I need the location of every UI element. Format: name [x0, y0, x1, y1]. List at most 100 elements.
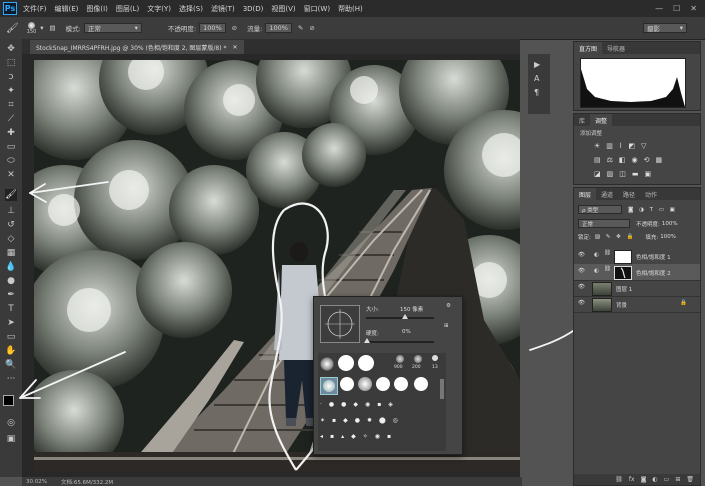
character-panel-icon[interactable]: A — [534, 74, 539, 83]
fx-button[interactable]: fx — [629, 476, 635, 483]
brush-preset-hard-round[interactable] — [340, 377, 354, 391]
hardness-slider-thumb[interactable] — [364, 338, 370, 343]
layer-filter-select[interactable]: ρ 类型 — [578, 205, 622, 214]
color-balance-icon[interactable]: ⚖ — [607, 156, 613, 164]
layer-name: 色相/饱和度 1 — [636, 255, 671, 261]
preset-number: 200 — [412, 365, 421, 370]
lock-icons[interactable]: ▨ ✎ ✥ 🔒 — [595, 234, 636, 240]
brush-preset-hard-round[interactable] — [414, 377, 428, 391]
brush-preset-hard-round[interactable] — [394, 377, 408, 391]
color-lookup-icon[interactable]: ▦ — [656, 156, 663, 164]
visibility-eye-icon[interactable]: 👁 — [578, 300, 585, 306]
brush-preset-small[interactable] — [432, 355, 438, 361]
tab-channels[interactable]: 通道 — [596, 188, 618, 200]
brush-preset-row-small[interactable]: ·●●◆◉▪◈ — [320, 401, 400, 408]
hardness-label: 硬度: — [366, 331, 379, 337]
hue-sat-icon[interactable]: ▤ — [594, 156, 601, 164]
presets-scrollbar[interactable] — [440, 379, 444, 399]
brush-preset-soft-round[interactable] — [320, 357, 334, 371]
curves-icon[interactable]: ⌇ — [619, 142, 622, 150]
brush-angle-icon — [325, 309, 355, 339]
blend-mode-select[interactable]: 正常 — [578, 219, 630, 228]
filter-icons[interactable]: ◙ ◑ T ▭ ▣ — [628, 207, 677, 213]
fill-value[interactable]: 100% — [660, 234, 676, 240]
brush-preset-row-special[interactable]: ◂▪▴◆✧◉▪ — [320, 433, 398, 440]
blend-mode-value: 正常 — [582, 221, 594, 228]
brush-preset-soft-small[interactable] — [396, 355, 404, 363]
gradient-map-icon[interactable]: ▬ — [632, 170, 639, 178]
brush-preset-hard-round[interactable] — [338, 355, 354, 371]
channel-mixer-icon[interactable]: ⟲ — [644, 156, 650, 164]
tab-adjustments[interactable]: 调整 — [590, 114, 613, 126]
layer-row[interactable]: 👁 ◐ ⛓ 色相/饱和度 1 — [574, 248, 700, 265]
visibility-eye-icon[interactable]: 👁 — [578, 252, 585, 258]
preset-number: 900 — [394, 365, 403, 370]
brush-preset-soft-small[interactable] — [414, 355, 422, 363]
layer-row[interactable]: 👁 图层 1 — [574, 280, 700, 297]
document-size: 文档:65.6M/332.2M — [60, 479, 114, 486]
zoom-level[interactable]: 30.02% — [26, 479, 47, 485]
layers-panel: 图层 通道 路径 动作 ρ 类型 ◙ ◑ T ▭ ▣ 正常 不透明度: 100%… — [573, 187, 701, 486]
mask-stroke-icon — [620, 267, 626, 279]
visibility-eye-icon[interactable]: 👁 — [578, 268, 585, 274]
new-layer-icon[interactable]: ⊞ — [675, 476, 680, 483]
add-adjustment-label: 添加调整 — [580, 131, 603, 137]
history-panel-icon[interactable]: ▶ — [534, 60, 540, 69]
tab-navigator[interactable]: 导航器 — [602, 42, 630, 54]
levels-icon[interactable]: ▥ — [606, 142, 613, 150]
threshold-icon[interactable]: ◫ — [619, 170, 626, 178]
hardness-value[interactable]: 0% — [402, 329, 411, 335]
collapsed-panels-strip: ▶ A ¶ — [528, 54, 550, 114]
brush-preset-row-texture[interactable]: ✶▪◆●✹⬤◎ — [320, 417, 405, 424]
photo-filter-icon[interactable]: ◉ — [632, 156, 638, 164]
invert-icon[interactable]: ◪ — [594, 170, 601, 178]
layer-row-selected[interactable]: 👁 ◐ ⛓ 色相/饱和度 2 — [574, 264, 700, 281]
layer-row[interactable]: 👁 背景 🔒 — [574, 296, 700, 313]
adjustment-layer-icon: ◐ — [594, 252, 599, 258]
brush-preset-hard-round[interactable] — [358, 355, 374, 371]
vibrance-icon[interactable]: ▽ — [641, 142, 646, 150]
brush-preset-soft-round[interactable] — [358, 377, 372, 391]
lock-label: 锁定: — [578, 235, 591, 241]
new-adjustment-icon[interactable]: ◐ — [652, 476, 657, 483]
layer-mask-thumbnail[interactable] — [614, 250, 632, 264]
layer-mask-thumbnail[interactable] — [614, 266, 632, 280]
layer-thumbnail[interactable] — [592, 298, 612, 312]
selective-color-icon[interactable]: ▣ — [645, 170, 652, 178]
add-mask-icon[interactable]: ◙ — [641, 476, 647, 483]
brush-preset-hard-round[interactable] — [376, 377, 390, 391]
brightness-icon[interactable]: ☀ — [594, 142, 600, 150]
tab-histogram[interactable]: 直方图 — [574, 42, 603, 54]
adjustment-layer-icon: ◐ — [594, 268, 599, 274]
brush-angle-preview[interactable] — [320, 305, 360, 343]
visibility-eye-icon[interactable]: 👁 — [578, 284, 585, 290]
brush-preset-selected[interactable] — [320, 377, 338, 395]
paragraph-panel-icon[interactable]: ¶ — [534, 88, 539, 97]
size-slider-thumb[interactable] — [402, 314, 408, 319]
new-preset-icon[interactable]: ⊞ — [444, 323, 449, 329]
tab-actions[interactable]: 动作 — [640, 188, 662, 200]
posterize-icon[interactable]: ▨ — [607, 170, 614, 178]
bw-icon[interactable]: ◧ — [619, 156, 626, 164]
brush-preset-picker: 大小: 150 像素 ⚙ ⊞ 硬度: 0% 900 200 13 ·●●◆◉▪◈… — [313, 296, 463, 455]
layer-opacity-value[interactable]: 100% — [662, 221, 678, 227]
exposure-icon[interactable]: ◩ — [628, 142, 635, 150]
layer-opacity-label: 不透明度: — [636, 221, 660, 228]
tab-libraries[interactable]: 库 — [574, 114, 590, 126]
gear-icon[interactable]: ⚙ — [446, 303, 451, 309]
layers-footer: ⛓ fx ◙ ◐ ▭ ⊞ 🗑 — [574, 474, 700, 485]
size-slider-track[interactable] — [366, 317, 434, 319]
status-bar: 30.02% 文档:65.6M/332.2M — [22, 477, 522, 486]
hardness-slider-track[interactable] — [366, 341, 434, 343]
tab-layers[interactable]: 图层 — [574, 188, 597, 200]
fill-label: 填充: — [645, 235, 659, 241]
layer-name: 图层 1 — [616, 287, 633, 293]
tab-paths[interactable]: 路径 — [618, 188, 640, 200]
link-layers-icon[interactable]: ⛓ — [615, 476, 623, 483]
layer-thumbnail[interactable] — [592, 282, 612, 296]
trash-icon[interactable]: 🗑 — [686, 476, 694, 483]
histogram-panel: 直方图 导航器 — [573, 41, 701, 111]
new-group-icon[interactable]: ▭ — [664, 476, 670, 483]
brush-presets-grid: 900 200 13 ·●●◆◉▪◈ ✶▪◆●✹⬤◎ ◂▪▴◆✧◉▪ — [318, 353, 446, 451]
size-value[interactable]: 150 像素 — [400, 305, 423, 313]
